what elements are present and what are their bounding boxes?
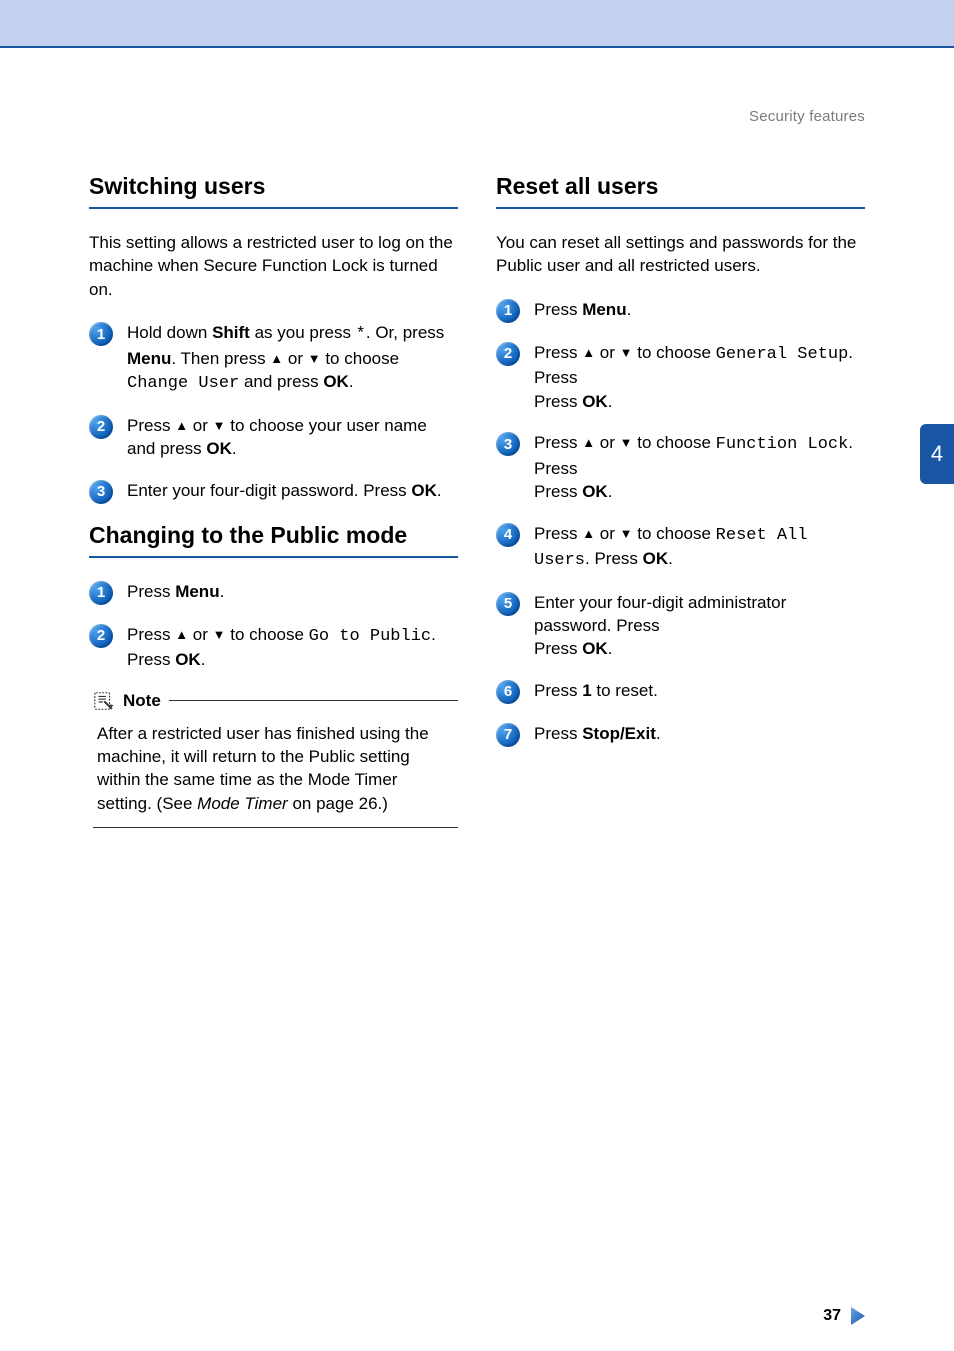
step-4: 4 Press ▲ or ▼ to choose Reset All Users… (496, 522, 865, 573)
step-badge-1: 1 (89, 322, 113, 346)
heading-reset-all-users: Reset all users (496, 173, 865, 209)
step-text: Press ▲ or ▼ to choose your user name an… (127, 414, 458, 461)
step-badge-6: 6 (496, 680, 520, 704)
step-badge-2: 2 (89, 415, 113, 439)
up-arrow-icon: ▲ (270, 351, 283, 366)
step-text: Enter your four-digit password. Press OK… (127, 479, 442, 502)
step-2: 2 Press ▲ or ▼ to choose your user name … (89, 414, 458, 461)
step-1: 1 Press Menu. (89, 580, 458, 605)
note-label: Note (123, 691, 161, 711)
step-badge-2: 2 (496, 342, 520, 366)
note-block: Note After a restricted user has finishe… (93, 690, 458, 829)
down-arrow-icon: ▼ (213, 627, 226, 642)
down-arrow-icon: ▼ (308, 351, 321, 366)
intro-switching-users: This setting allows a restricted user to… (89, 231, 458, 301)
down-arrow-icon: ▼ (213, 418, 226, 433)
step-2: 2 Press ▲ or ▼ to choose General Setup. … (496, 341, 865, 413)
heading-switching-users: Switching users (89, 173, 458, 209)
note-rule (169, 700, 458, 701)
step-badge-7: 7 (496, 723, 520, 747)
step-text: Press ▲ or ▼ to choose Reset All Users. … (534, 522, 865, 573)
page-footer: 37 (823, 1307, 865, 1325)
step-text: Press Menu. (127, 580, 224, 603)
step-badge-3: 3 (496, 432, 520, 456)
left-column: Switching users This setting allows a re… (89, 173, 458, 836)
right-column: Reset all users You can reset all settin… (496, 173, 865, 836)
running-header: Security features (89, 108, 865, 125)
step-text: Press ▲ or ▼ to choose General Setup. Pr… (534, 341, 865, 413)
step-badge-1: 1 (496, 299, 520, 323)
step-3: 3 Enter your four-digit password. Press … (89, 479, 458, 504)
steps-public-mode: 1 Press Menu. 2 Press ▲ or ▼ to choose G… (89, 580, 458, 672)
up-arrow-icon: ▲ (582, 345, 595, 360)
step-text: Press Stop/Exit. (534, 722, 661, 745)
heading-public-mode: Changing to the Public mode (89, 522, 458, 558)
step-badge-2: 2 (89, 624, 113, 648)
up-arrow-icon: ▲ (582, 435, 595, 450)
step-text: Enter your four-digit administrator pass… (534, 591, 865, 661)
down-arrow-icon: ▼ (620, 526, 633, 541)
step-badge-3: 3 (89, 480, 113, 504)
step-badge-4: 4 (496, 523, 520, 547)
note-link[interactable]: Mode Timer (197, 794, 288, 813)
step-1: 1 Press Menu. (496, 298, 865, 323)
step-badge-5: 5 (496, 592, 520, 616)
footer-marker-icon (851, 1307, 865, 1325)
note-icon (93, 690, 115, 712)
step-text: Press ▲ or ▼ to choose Function Lock. Pr… (534, 431, 865, 503)
page-number: 37 (823, 1307, 841, 1325)
down-arrow-icon: ▼ (620, 435, 633, 450)
up-arrow-icon: ▲ (175, 627, 188, 642)
step-2: 2 Press ▲ or ▼ to choose Go to Public. P… (89, 623, 458, 672)
up-arrow-icon: ▲ (175, 418, 188, 433)
note-body: After a restricted user has finished usi… (93, 722, 458, 829)
steps-switching-users: 1 Hold down Shift as you press *. Or, pr… (89, 321, 458, 503)
step-text: Press 1 to reset. (534, 679, 658, 702)
top-banner (0, 0, 954, 46)
steps-reset-all-users: 1 Press Menu. 2 Press ▲ or ▼ to choose G… (496, 298, 865, 747)
intro-reset-all-users: You can reset all settings and passwords… (496, 231, 865, 278)
step-text: Hold down Shift as you press *. Or, pres… (127, 321, 458, 395)
down-arrow-icon: ▼ (620, 345, 633, 360)
step-6: 6 Press 1 to reset. (496, 679, 865, 704)
step-3: 3 Press ▲ or ▼ to choose Function Lock. … (496, 431, 865, 503)
step-1: 1 Hold down Shift as you press *. Or, pr… (89, 321, 458, 395)
up-arrow-icon: ▲ (582, 526, 595, 541)
step-5: 5 Enter your four-digit administrator pa… (496, 591, 865, 661)
step-text: Press Menu. (534, 298, 631, 321)
step-badge-1: 1 (89, 581, 113, 605)
step-text: Press ▲ or ▼ to choose Go to Public. Pre… (127, 623, 458, 672)
step-7: 7 Press Stop/Exit. (496, 722, 865, 747)
